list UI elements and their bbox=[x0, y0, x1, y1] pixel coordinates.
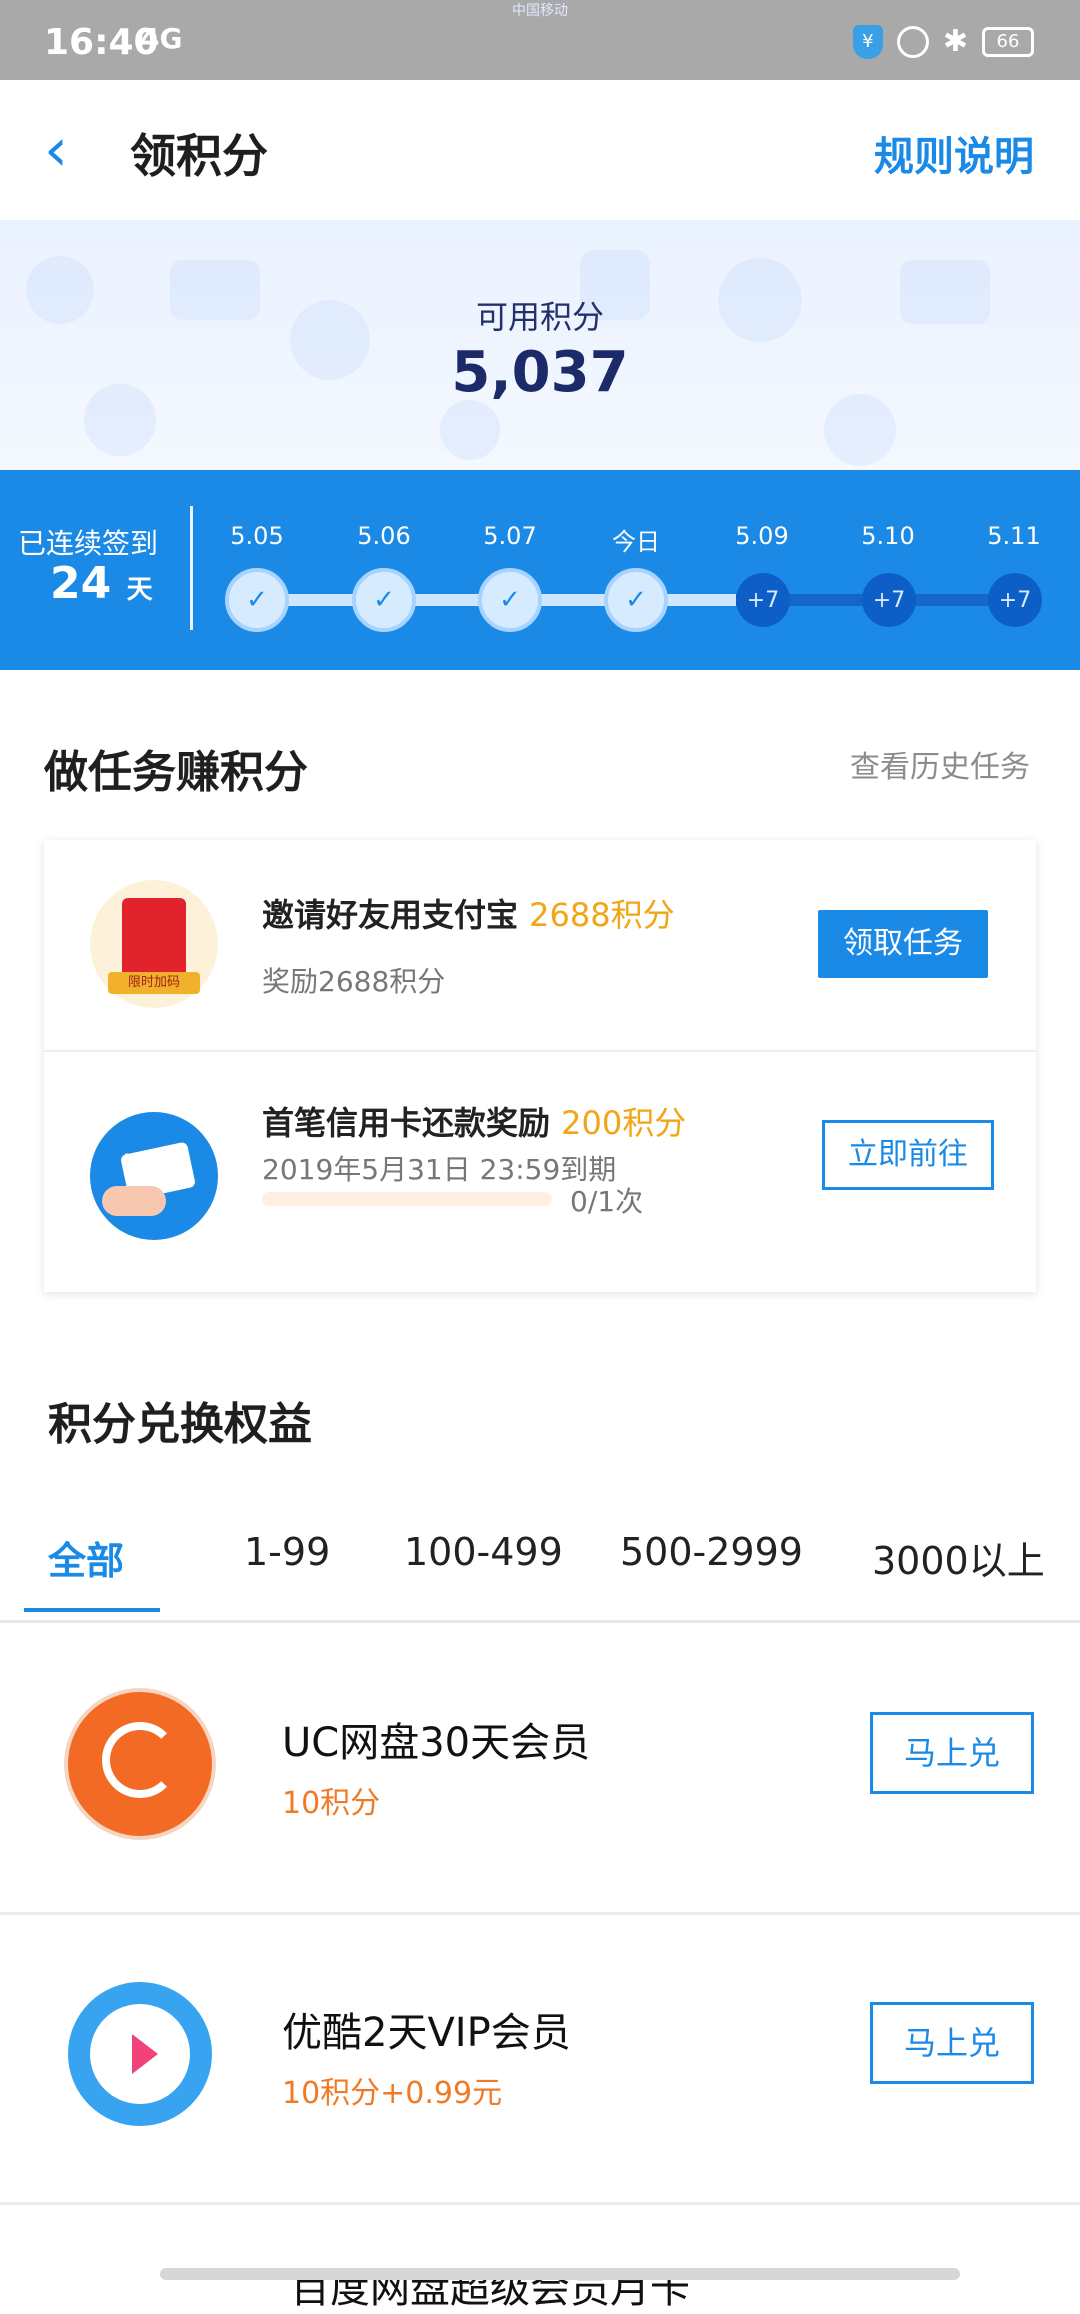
task-subtitle: 奖励2688积分 bbox=[262, 965, 446, 998]
uc-logo-icon bbox=[68, 1692, 212, 1836]
shield-icon: ¥ bbox=[852, 24, 883, 59]
tab-500-2999[interactable]: 500-2999 bbox=[620, 1530, 803, 1574]
tab-1-99[interactable]: 1-99 bbox=[244, 1530, 330, 1574]
streak-count: 24 bbox=[50, 558, 112, 609]
item-price: 10积分 bbox=[282, 1786, 381, 1821]
battery-icon: 66 bbox=[982, 26, 1034, 57]
checkin-day-dot[interactable]: +7 bbox=[736, 573, 790, 627]
task-title: 邀请好友用支付宝 2688积分 bbox=[262, 890, 675, 936]
hand-shape bbox=[102, 1186, 166, 1216]
list-item[interactable]: UC网盘30天会员 10积分 马上兑 bbox=[0, 1622, 1080, 1915]
red-packet-body bbox=[122, 898, 186, 978]
checkin-day-dot[interactable]: ✓ bbox=[478, 568, 542, 632]
checkin-day-label: 5.11 bbox=[987, 522, 1041, 550]
redeem-button[interactable]: 马上兑 bbox=[870, 2002, 1034, 2084]
partial-item-title: 百度网盘超级会员月卡 bbox=[290, 2266, 690, 2312]
checkin-day-dot[interactable]: +7 bbox=[988, 573, 1042, 627]
check-icon: ✓ bbox=[373, 585, 395, 615]
item-title: UC网盘30天会员 bbox=[282, 1720, 591, 1766]
task-card: 限时加码 邀请好友用支付宝 2688积分 奖励2688积分 领取任务 NEW 首… bbox=[44, 840, 1036, 1292]
icon-tag: 限时加码 bbox=[108, 972, 200, 994]
battery-level: 66 bbox=[996, 31, 1020, 52]
reward-label: +7 bbox=[746, 587, 780, 613]
youku-inner-circle bbox=[90, 2004, 190, 2104]
red-packet-icon: 限时加码 bbox=[90, 880, 218, 1008]
task-title-text: 邀请好友用支付宝 bbox=[262, 896, 519, 934]
streak-days: 24 天 bbox=[50, 558, 153, 609]
tab-3000-plus[interactable]: 3000以上 bbox=[872, 1530, 1045, 1585]
claim-task-button[interactable]: 领取任务 bbox=[818, 910, 988, 978]
checkin-day-label: 5.10 bbox=[861, 522, 915, 550]
task-row: 限时加码 邀请好友用支付宝 2688积分 奖励2688积分 领取任务 bbox=[44, 840, 1036, 1052]
rules-link[interactable]: 规则说明 bbox=[874, 124, 1034, 182]
app-header: ‹ 领积分 规则说明 bbox=[0, 80, 1080, 220]
item-price: 10积分+0.99元 bbox=[282, 2076, 503, 2111]
reward-label: +7 bbox=[998, 587, 1032, 613]
task-progress-bar bbox=[262, 1192, 552, 1206]
youku-logo-icon bbox=[68, 1982, 212, 2126]
item-title: 优酷2天VIP会员 bbox=[282, 2010, 571, 2056]
chevron-left-icon: ‹ bbox=[44, 115, 68, 185]
active-tab-indicator bbox=[24, 1608, 160, 1612]
checkin-strip: 已连续签到 24 天 5.05 ✓ 5.06 ✓ 5.07 ✓ 今日 ✓ 5.0… bbox=[0, 470, 1080, 670]
page-title: 领积分 bbox=[130, 129, 268, 183]
checkin-day-label: 今日 bbox=[612, 528, 660, 556]
icon-tag: NEW bbox=[124, 1152, 161, 1168]
checkin-day-label: 5.07 bbox=[483, 522, 537, 550]
points-banner: 可用积分 5,037 bbox=[0, 220, 1080, 470]
streak-label: 已连续签到 bbox=[18, 527, 159, 560]
home-indicator[interactable] bbox=[160, 2268, 960, 2280]
back-button[interactable]: ‹ bbox=[44, 120, 68, 180]
list-item[interactable]: 优酷2天VIP会员 10积分+0.99元 马上兑 bbox=[0, 1912, 1080, 2205]
check-icon: ✓ bbox=[246, 585, 268, 615]
carrier-note: 中国移动 bbox=[512, 3, 568, 19]
points-value: 5,037 bbox=[451, 340, 629, 405]
tasks-section-title: 做任务赚积分 bbox=[44, 747, 308, 798]
task-title: 首笔信用卡还款奖励 200积分 bbox=[262, 1098, 686, 1144]
go-now-button[interactable]: 立即前往 bbox=[822, 1120, 994, 1190]
status-bar: 中国移动 16:40 4G ¥ ✱ 66 bbox=[0, 0, 1080, 80]
exchange-tabs: 全部 1-99 100-499 500-2999 3000以上 bbox=[0, 1500, 1080, 1623]
divider bbox=[190, 506, 193, 630]
exchange-section-title: 积分兑换权益 bbox=[48, 1399, 312, 1450]
checkin-day-dot[interactable]: ✓ bbox=[352, 568, 416, 632]
bluetooth-icon: ✱ bbox=[942, 24, 968, 59]
task-title-text: 首笔信用卡还款奖励 bbox=[262, 1104, 551, 1142]
reward-label: +7 bbox=[872, 587, 906, 613]
play-icon bbox=[132, 2034, 158, 2074]
redeem-button[interactable]: 马上兑 bbox=[870, 1712, 1034, 1794]
rotation-lock-icon bbox=[896, 25, 929, 58]
task-points: 2688积分 bbox=[529, 896, 675, 934]
checkin-day-dot[interactable]: +7 bbox=[862, 573, 916, 627]
task-row: NEW 首笔信用卡还款奖励 200积分 2019年5月31日 23:59到期 0… bbox=[44, 1050, 1036, 1294]
checkin-day-label: 5.05 bbox=[230, 522, 284, 550]
credit-card-icon: NEW bbox=[90, 1112, 218, 1240]
checkin-day-label: 5.09 bbox=[735, 522, 789, 550]
streak-unit: 天 bbox=[126, 575, 153, 605]
points-label: 可用积分 bbox=[475, 298, 604, 336]
task-points: 200积分 bbox=[561, 1104, 687, 1142]
squirrel-shape bbox=[102, 1722, 178, 1798]
tab-100-499[interactable]: 100-499 bbox=[404, 1530, 563, 1574]
status-icons: ¥ ✱ 66 bbox=[852, 24, 1034, 59]
check-icon: ✓ bbox=[625, 585, 647, 615]
checkin-day-label: 5.06 bbox=[357, 522, 411, 550]
task-deadline: 2019年5月31日 23:59到期 bbox=[262, 1153, 617, 1186]
checkin-day-dot[interactable]: ✓ bbox=[225, 568, 289, 632]
history-link[interactable]: 查看历史任务 bbox=[850, 742, 1030, 786]
task-progress-text: 0/1次 bbox=[570, 1185, 644, 1218]
check-icon: ✓ bbox=[499, 585, 521, 615]
checkin-day-dot[interactable]: ✓ bbox=[604, 568, 668, 632]
network-indicator: 4G bbox=[140, 22, 183, 55]
tab-all[interactable]: 全部 bbox=[48, 1530, 124, 1585]
